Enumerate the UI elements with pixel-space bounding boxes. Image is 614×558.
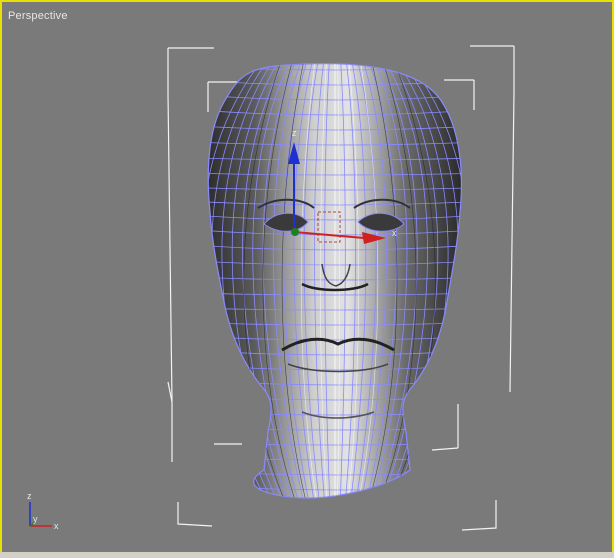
view-axis-tripod: z x y	[27, 491, 59, 531]
tripod-z-label: z	[27, 491, 32, 501]
head-mesh[interactable]	[152, 62, 522, 505]
tripod-y-label: y	[33, 514, 38, 524]
perspective-viewport[interactable]: Perspective z x z x y	[0, 0, 614, 558]
gizmo-x-label: x	[392, 228, 397, 238]
gizmo-z-label: z	[292, 128, 297, 138]
gizmo-pivot[interactable]	[291, 228, 299, 236]
mesh-edge	[208, 495, 462, 498]
tripod-x-label: x	[54, 521, 59, 531]
viewport-scene[interactable]: z x z x y	[2, 2, 612, 556]
viewport-bottom-edge	[0, 552, 614, 558]
